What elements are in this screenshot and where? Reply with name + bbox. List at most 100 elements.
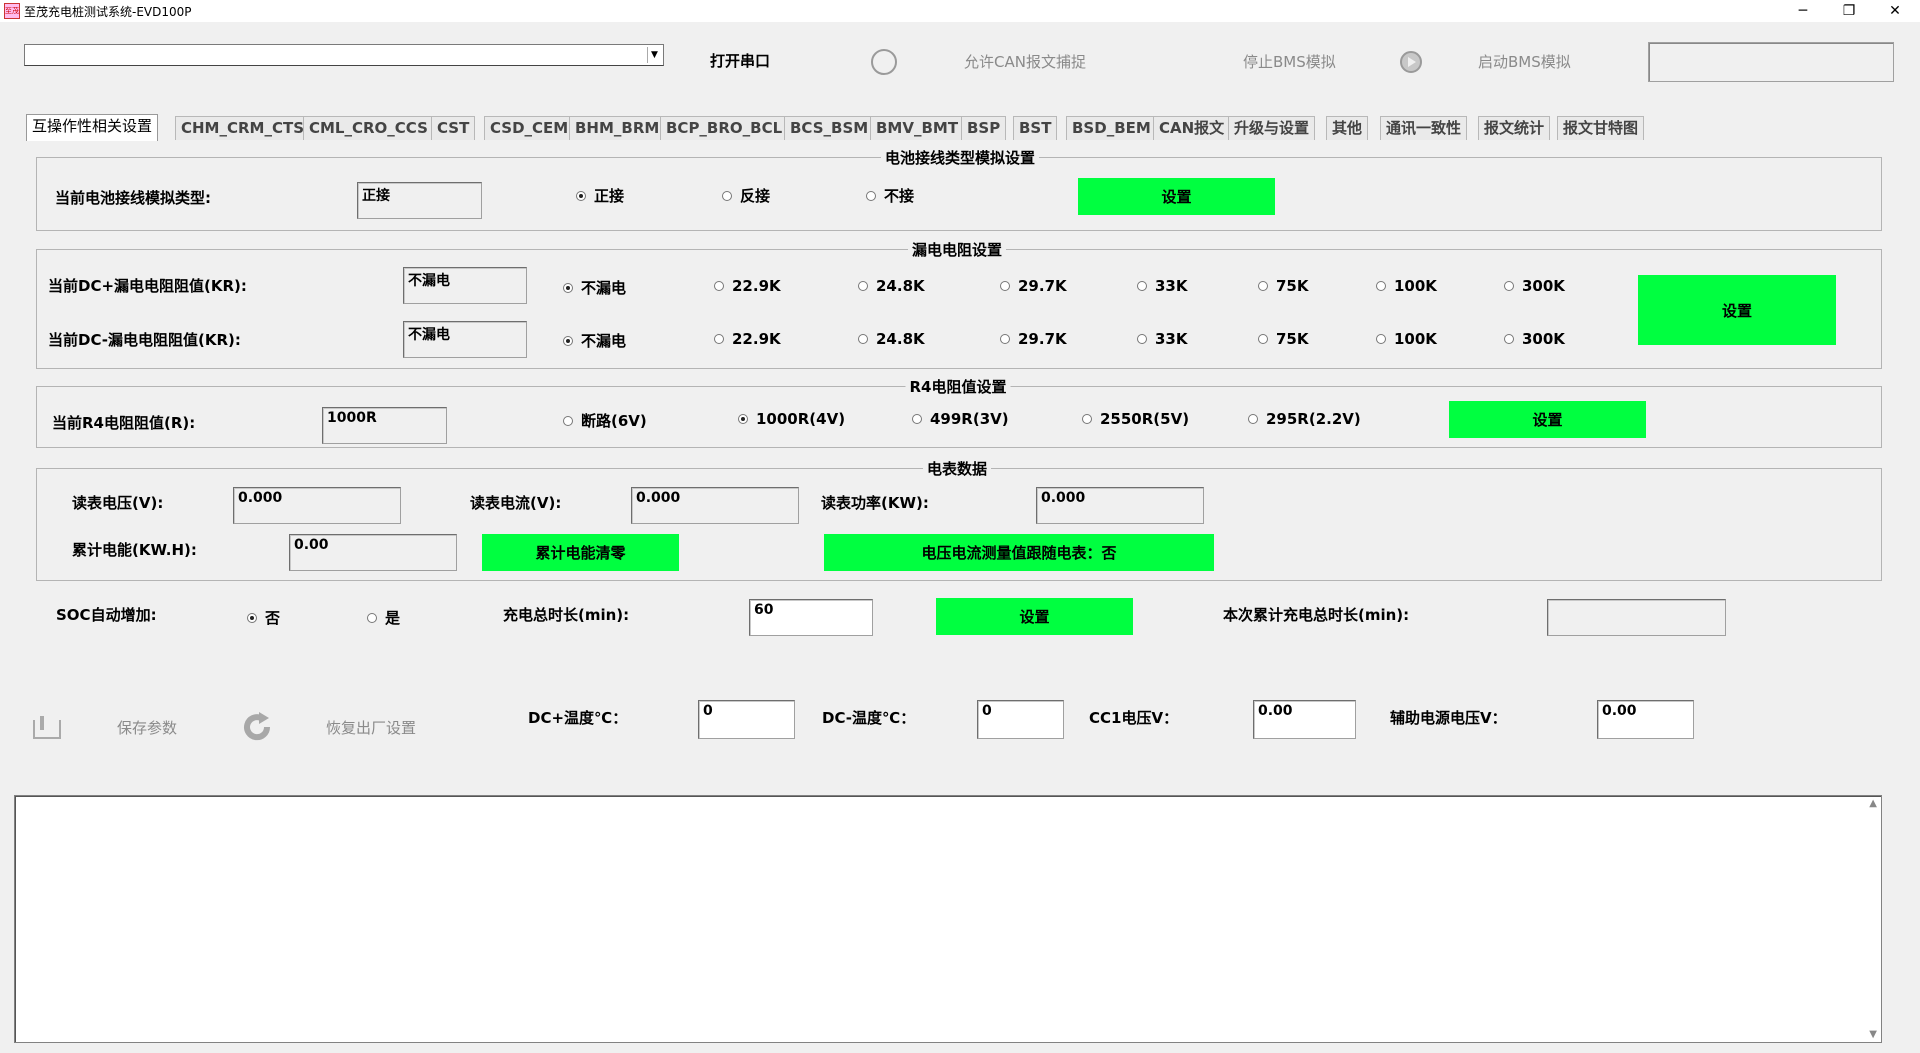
- radio-dcminus-300k[interactable]: 300K: [1504, 330, 1565, 348]
- leakage-set-button[interactable]: 设置: [1638, 275, 1836, 345]
- radio-dcplus-29-7k[interactable]: 29.7K: [1000, 277, 1067, 295]
- soc-set-button[interactable]: 设置: [936, 598, 1133, 635]
- tab-bhm-brm[interactable]: BHM_BRM: [569, 116, 666, 140]
- play-icon[interactable]: [1398, 49, 1424, 75]
- scroll-up-icon[interactable]: ▲: [1869, 798, 1877, 809]
- radio-dcplus-33k[interactable]: 33K: [1137, 277, 1188, 295]
- meter-power-label: 读表功率(KW):: [821, 494, 929, 512]
- meter-title: 电表数据: [922, 458, 992, 479]
- radio-dot: [1258, 334, 1268, 344]
- refresh-icon[interactable]: [241, 711, 273, 743]
- radio-label: 295R(2.2V): [1266, 410, 1361, 428]
- total-time-input[interactable]: 60: [749, 599, 873, 636]
- allow-can-capture-button[interactable]: 允许CAN报文捕捉: [964, 51, 1086, 72]
- meter-voltage-field: 0.000: [233, 487, 401, 524]
- tab-bcs-bsm[interactable]: BCS_BSM: [784, 116, 875, 140]
- battery-wiring-set-button[interactable]: 设置: [1078, 178, 1275, 215]
- radio-dcplus-24-8k[interactable]: 24.8K: [858, 277, 925, 295]
- aux-voltage-input[interactable]: 0.00: [1597, 700, 1694, 739]
- radio-dcminus-22-9k[interactable]: 22.9K: [714, 330, 781, 348]
- tab-bst[interactable]: BST: [1013, 116, 1058, 140]
- restore-factory-button[interactable]: 恢复出厂设置: [326, 717, 416, 738]
- tab-message-stats[interactable]: 报文统计: [1478, 116, 1551, 140]
- radio-dot: [912, 414, 922, 424]
- radio-wiring-none[interactable]: 不接: [866, 185, 914, 206]
- tab-interoperability[interactable]: 互操作性相关设置: [26, 114, 159, 141]
- tab-cml-cro-ccs[interactable]: CML_CRO_CCS: [303, 116, 434, 140]
- tab-upgrade-settings[interactable]: 升级与设置: [1228, 116, 1316, 140]
- radio-soc-no[interactable]: 否: [247, 607, 280, 628]
- serial-port-combo[interactable]: ▼: [24, 44, 664, 66]
- tab-other[interactable]: 其他: [1326, 116, 1369, 140]
- aux-voltage-label: 辅助电源电压V：: [1390, 709, 1507, 727]
- radio-dcplus-300k[interactable]: 300K: [1504, 277, 1565, 295]
- tab-bmv-bmt[interactable]: BMV_BMT: [870, 116, 965, 140]
- chevron-down-icon[interactable]: ▼: [647, 47, 661, 63]
- open-port-button[interactable]: 打开串口: [710, 50, 770, 71]
- radio-soc-yes[interactable]: 是: [367, 607, 400, 628]
- follow-meter-button[interactable]: 电压电流测量值跟随电表：否: [824, 534, 1214, 571]
- radio-label: 29.7K: [1018, 330, 1067, 348]
- tab-csd-cem[interactable]: CSD_CEM: [484, 116, 575, 140]
- radio-dcminus-24-8k[interactable]: 24.8K: [858, 330, 925, 348]
- accum-time-label: 本次累计充电总时长(min):: [1223, 606, 1410, 624]
- radio-dcplus-100k[interactable]: 100K: [1376, 277, 1437, 295]
- cc1-voltage-label: CC1电压V：: [1089, 709, 1179, 727]
- dc-minus-temp-label: DC-温度℃：: [822, 709, 916, 727]
- close-icon[interactable]: ✕: [1872, 0, 1918, 22]
- radio-r4-1000r[interactable]: 1000R(4V): [738, 410, 845, 428]
- minimize-icon[interactable]: ─: [1780, 0, 1826, 22]
- battery-wiring-group: [36, 157, 1882, 231]
- radio-dcplus-none[interactable]: 不漏电: [563, 277, 626, 298]
- radio-label: 不接: [884, 187, 915, 205]
- tab-cst[interactable]: CST: [431, 116, 476, 140]
- app-logo-icon: 至茂: [4, 3, 20, 19]
- radio-dcplus-22-9k[interactable]: 22.9K: [714, 277, 781, 295]
- radio-label: 300K: [1522, 277, 1565, 295]
- log-textarea[interactable]: ▲ ▼: [14, 795, 1882, 1043]
- dc-minus-leakage-value-field: 不漏电: [403, 321, 527, 358]
- stop-bms-sim-button[interactable]: 停止BMS模拟: [1243, 51, 1336, 72]
- radio-label: 24.8K: [876, 330, 925, 348]
- save-params-button[interactable]: 保存参数: [117, 717, 177, 738]
- tab-chm-crm-cts[interactable]: CHM_CRM_CTS: [175, 116, 311, 140]
- radio-wiring-reverse[interactable]: 反接: [722, 185, 770, 206]
- tab-bcp-bro-bcl[interactable]: BCP_BRO_BCL: [660, 116, 789, 140]
- scroll-down-icon[interactable]: ▼: [1869, 1029, 1877, 1040]
- leakage-title: 漏电电阻设置: [907, 239, 1007, 260]
- r4-set-button[interactable]: 设置: [1449, 401, 1646, 438]
- restore-icon[interactable]: ❐: [1826, 0, 1872, 22]
- leakage-group: [36, 249, 1882, 369]
- radio-r4-2550r[interactable]: 2550R(5V): [1082, 410, 1189, 428]
- dc-plus-temp-input[interactable]: 0: [698, 700, 795, 739]
- tab-comm-consistency[interactable]: 通讯一致性: [1380, 116, 1468, 140]
- radio-dcminus-29-7k[interactable]: 29.7K: [1000, 330, 1067, 348]
- radio-r4-open[interactable]: 断路(6V): [563, 410, 647, 431]
- radio-dcminus-100k[interactable]: 100K: [1376, 330, 1437, 348]
- r4-title: R4电阻值设置: [905, 376, 1011, 397]
- radio-dcminus-none[interactable]: 不漏电: [563, 330, 626, 351]
- window-title: 至茂充电桩测试系统-EVD100P: [24, 5, 192, 19]
- radio-dcminus-33k[interactable]: 33K: [1137, 330, 1188, 348]
- tab-bsd-bem[interactable]: BSD_BEM: [1066, 116, 1157, 140]
- tab-message-gantt[interactable]: 报文甘特图: [1557, 116, 1645, 140]
- clear-energy-button[interactable]: 累计电能清零: [482, 534, 679, 571]
- capture-status-icon[interactable]: [871, 49, 897, 75]
- cc1-voltage-input[interactable]: 0.00: [1253, 700, 1356, 739]
- tab-bsp[interactable]: BSP: [961, 116, 1007, 140]
- radio-label: 75K: [1276, 277, 1309, 295]
- radio-dcminus-75k[interactable]: 75K: [1258, 330, 1309, 348]
- radio-r4-295r[interactable]: 295R(2.2V): [1248, 410, 1361, 428]
- meter-power-field: 0.000: [1036, 487, 1204, 524]
- radio-dcplus-75k[interactable]: 75K: [1258, 277, 1309, 295]
- radio-dot: [722, 190, 732, 201]
- dc-minus-temp-input[interactable]: 0: [977, 700, 1064, 739]
- save-icon[interactable]: [32, 714, 62, 740]
- radio-wiring-positive[interactable]: 正接: [576, 185, 624, 206]
- meter-voltage-label: 读表电压(V):: [72, 494, 164, 512]
- radio-r4-499r[interactable]: 499R(3V): [912, 410, 1009, 428]
- tab-can-messages[interactable]: CAN报文: [1153, 116, 1231, 140]
- radio-label: 否: [265, 609, 281, 627]
- radio-label: 正接: [594, 187, 625, 205]
- start-bms-sim-button[interactable]: 启动BMS模拟: [1478, 51, 1571, 72]
